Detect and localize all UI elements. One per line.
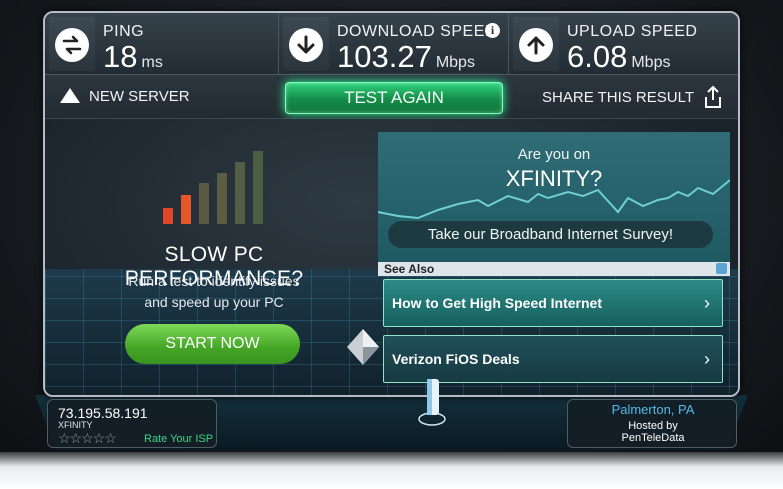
promo-line-2: and speed up your PC [144, 294, 284, 310]
share-result-button[interactable]: SHARE THIS RESULT [542, 85, 724, 109]
server-triangle-icon [60, 88, 80, 103]
ad-link-high-speed-internet[interactable]: How to Get High Speed Internet › [383, 279, 723, 327]
client-info-box: 73.195.58.191 XFINITY ☆☆☆☆☆ Rate Your IS… [47, 399, 217, 448]
upload-number: 6.08 [567, 39, 628, 74]
ad-link-label: Verizon FiOS Deals [392, 351, 520, 367]
download-value: 103.27 Mbps [337, 39, 475, 75]
rating-stars[interactable]: ☆☆☆☆☆ [58, 430, 117, 447]
results-panel: PING 18 ms DOWNLOAD SPEED 103.27 Mbps i UP… [43, 11, 740, 397]
ping-stat: PING 18 ms [45, 13, 278, 75]
exchange-arrows-icon [55, 28, 89, 62]
info-icon[interactable]: i [485, 23, 500, 38]
download-icon-box [283, 17, 329, 71]
download-stat: DOWNLOAD SPEED 103.27 Mbps i [278, 13, 508, 75]
upload-icon-box [513, 17, 559, 71]
download-unit: Mbps [435, 54, 475, 71]
share-icon [705, 85, 721, 108]
signal-bars [157, 149, 277, 224]
signal-bar [181, 195, 191, 224]
share-label: SHARE THIS RESULT [542, 88, 694, 106]
server-pin-icon [418, 379, 446, 426]
test-again-button[interactable]: TEST AGAIN [285, 82, 503, 114]
ad-link-label: How to Get High Speed Internet [392, 295, 603, 311]
signal-bar [235, 162, 245, 224]
download-arrow-icon [289, 28, 323, 62]
ping-unit: ms [141, 54, 163, 71]
see-also-header: See Also [378, 262, 730, 276]
survey-button[interactable]: Take our Broadband Internet Survey! [388, 221, 713, 248]
download-number: 103.27 [337, 39, 432, 74]
ping-number: 18 [103, 39, 138, 74]
xfinity-ad[interactable]: Are you on XFINITY? Take our Broadband I… [378, 132, 730, 262]
server-city: Palmerton, PA [611, 402, 695, 417]
promo-subtitle: Run a test to identify issues and speed … [83, 271, 345, 313]
signal-bar [217, 173, 227, 224]
upload-arrow-icon [519, 28, 553, 62]
start-now-button[interactable]: START NOW [125, 324, 300, 364]
stats-bar: PING 18 ms DOWNLOAD SPEED 103.27 Mbps i UP… [45, 13, 738, 75]
rate-isp-link[interactable]: Rate Your ISP [144, 433, 213, 445]
page-bottom-strip [0, 452, 783, 489]
upload-unit: Mbps [631, 54, 671, 71]
gem-icon [347, 329, 379, 365]
host-name: PenTeleData [621, 432, 685, 444]
upload-stat: UPLOAD SPEED 6.08 Mbps [508, 13, 738, 75]
server-host: Hosted by PenTeleData [568, 420, 738, 444]
content-area: SLOW PC PERFORMANCE? Run a test to ident… [45, 119, 738, 395]
signal-bar [199, 183, 209, 224]
new-server-label: NEW SERVER [89, 87, 190, 105]
hosted-by-label: Hosted by [628, 420, 678, 432]
server-info-box: Palmerton, PA Hosted by PenTeleData [567, 399, 737, 448]
client-ip: 73.195.58.191 [58, 405, 148, 421]
promo-line-1: Run a test to identify issues [128, 273, 300, 289]
signal-bar [163, 208, 173, 224]
chevron-right-icon: › [704, 349, 710, 369]
toolbar: NEW SERVER TEST AGAIN SHARE THIS RESULT [45, 75, 738, 119]
see-also-label: See Also [384, 262, 435, 276]
client-isp: XFINITY [58, 420, 93, 430]
ping-value: 18 ms [103, 39, 163, 75]
signal-bar [253, 151, 263, 224]
adchoices-icon[interactable] [716, 263, 727, 274]
new-server-button[interactable]: NEW SERVER [59, 87, 190, 105]
upload-value: 6.08 Mbps [567, 39, 670, 75]
ad-question: Are you on [517, 146, 591, 163]
ping-icon-box [49, 17, 95, 71]
chevron-right-icon: › [704, 293, 710, 313]
